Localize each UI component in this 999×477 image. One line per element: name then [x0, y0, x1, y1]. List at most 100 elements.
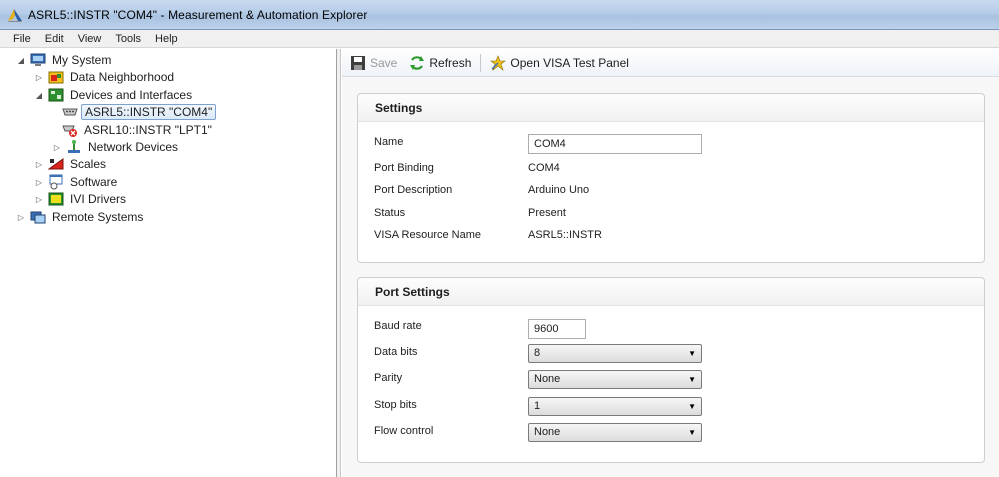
- tree-item-remote-systems[interactable]: ▷ Remote Systems: [16, 208, 146, 226]
- visa-resource-name-label: VISA Resource Name: [374, 229, 481, 241]
- visa-test-panel-icon: [490, 54, 507, 71]
- baud-rate-label: Baud rate: [374, 320, 422, 332]
- dropdown-arrow-icon: ▼: [688, 375, 696, 384]
- data-bits-select[interactable]: 8 ▼: [528, 344, 702, 363]
- tree-item-label: Devices and Interfaces: [70, 88, 193, 102]
- software-icon: [49, 174, 63, 190]
- tree-item-label: Scales: [70, 157, 107, 171]
- menu-bar: File Edit View Tools Help: [0, 30, 999, 48]
- data-bits-label: Data bits: [374, 346, 418, 358]
- tree-item-label: My System: [52, 53, 112, 67]
- save-button[interactable]: Save: [346, 52, 401, 74]
- computer-icon: [30, 53, 46, 66]
- tree-item-label: IVI Drivers: [70, 192, 127, 206]
- name-label: Name: [374, 136, 404, 148]
- status-row: Status Present: [374, 203, 566, 223]
- dropdown-arrow-icon: ▼: [688, 428, 696, 437]
- expand-arrow-icon[interactable]: ▷: [34, 72, 44, 82]
- tree-item-label: Software: [70, 175, 118, 189]
- parity-label: Parity: [374, 372, 403, 384]
- port-settings-section: Port Settings Baud rate 9600 Data bits 8…: [357, 277, 985, 463]
- baud-rate-row: Baud rate: [374, 316, 528, 336]
- name-row: Name: [374, 132, 528, 152]
- port-binding-value: COM4: [528, 162, 560, 174]
- collapse-arrow-icon[interactable]: ◢: [34, 90, 44, 100]
- details-pane: Save Refresh Open VISA Test Panel Settin…: [342, 49, 999, 477]
- dropdown-arrow-icon: ▼: [688, 349, 696, 358]
- stop-bits-label: Stop bits: [374, 399, 417, 411]
- menu-help[interactable]: Help: [148, 30, 185, 48]
- dropdown-arrow-icon: ▼: [688, 402, 696, 411]
- tree-item-my-system[interactable]: ◢ My System: [16, 51, 114, 69]
- expand-arrow-icon[interactable]: ▷: [34, 194, 44, 204]
- window-title: ASRL5::INSTR "COM4" - Measurement & Auto…: [28, 7, 368, 22]
- expand-arrow-icon[interactable]: ▷: [52, 142, 62, 152]
- tree-item-network-devices[interactable]: ▷ Network Devices: [52, 138, 181, 156]
- network-devices-icon: [68, 140, 80, 153]
- port-settings-title: Port Settings: [358, 278, 984, 306]
- save-button-label: Save: [370, 55, 398, 70]
- expand-arrow-icon[interactable]: ▷: [34, 177, 44, 187]
- configuration-tree[interactable]: ◢ My System ▷ Data Neighborhood ◢ Device…: [0, 49, 337, 477]
- tree-item-label: Remote Systems: [52, 210, 144, 224]
- parity-select[interactable]: None ▼: [528, 370, 702, 389]
- visa-resource-name-row: VISA Resource Name ASRL5::INSTR: [374, 225, 602, 245]
- tree-item-devices-and-interfaces[interactable]: ◢ Devices and Interfaces: [34, 86, 195, 104]
- port-description-row: Port Description Arduino Uno: [374, 180, 589, 200]
- collapse-arrow-icon[interactable]: ◢: [16, 55, 26, 65]
- data-bits-row: Data bits: [374, 342, 528, 362]
- port-description-value: Arduino Uno: [528, 184, 590, 196]
- toolbar: Save Refresh Open VISA Test Panel: [342, 49, 999, 77]
- stop-bits-value: 1: [534, 400, 541, 412]
- settings-section: Settings Name COM4 Port Binding COM4 Por…: [357, 93, 985, 263]
- open-visa-test-panel-label: Open VISA Test Panel: [510, 55, 629, 70]
- port-binding-label: Port Binding: [374, 162, 434, 174]
- serial-port-icon: [62, 108, 78, 116]
- tree-item-label: Network Devices: [88, 140, 179, 154]
- flow-control-value: None: [534, 426, 561, 438]
- port-binding-row: Port Binding COM4: [374, 158, 560, 178]
- stop-bits-select[interactable]: 1 ▼: [528, 397, 702, 416]
- name-input[interactable]: COM4: [528, 134, 702, 154]
- tree-item-asrl10[interactable]: ASRL10::INSTR "LPT1": [62, 121, 215, 139]
- tree-item-asrl5[interactable]: ASRL5::INSTR "COM4": [62, 103, 217, 121]
- tree-item-ivi-drivers[interactable]: ▷ IVI Drivers: [34, 190, 129, 208]
- parity-value: None: [534, 373, 561, 385]
- menu-tools[interactable]: Tools: [108, 30, 148, 48]
- expand-arrow-icon[interactable]: ▷: [16, 212, 26, 222]
- save-icon: [351, 55, 365, 70]
- tree-item-label: ASRL10::INSTR "LPT1": [84, 123, 212, 137]
- tree-item-data-neighborhood[interactable]: ▷ Data Neighborhood: [34, 68, 177, 86]
- parity-row: Parity: [374, 368, 528, 388]
- ivi-drivers-icon: [48, 192, 64, 206]
- menu-view[interactable]: View: [71, 30, 109, 48]
- pane-splitter[interactable]: [337, 49, 341, 477]
- tree-item-software[interactable]: ▷ Software: [34, 173, 120, 191]
- toolbar-separator: [480, 53, 482, 72]
- open-visa-test-panel-button[interactable]: Open VISA Test Panel: [486, 52, 633, 74]
- status-value: Present: [528, 207, 566, 219]
- flow-control-row: Flow control: [374, 421, 528, 441]
- tree-item-scales[interactable]: ▷ Scales: [34, 155, 109, 173]
- status-label: Status: [374, 207, 406, 219]
- flow-control-select[interactable]: None ▼: [528, 423, 702, 442]
- serial-port-error-icon: [62, 125, 77, 137]
- refresh-icon: [410, 55, 425, 70]
- menu-file[interactable]: File: [6, 30, 38, 48]
- mae-app-icon: [8, 8, 22, 22]
- settings-title: Settings: [358, 94, 984, 122]
- baud-rate-input[interactable]: 9600: [528, 319, 586, 339]
- visa-resource-name-value: ASRL5::INSTR: [528, 229, 602, 241]
- scales-icon: [48, 158, 64, 170]
- flow-control-label: Flow control: [374, 425, 434, 437]
- data-bits-value: 8: [534, 347, 541, 359]
- tree-item-label: Data Neighborhood: [70, 70, 175, 84]
- data-neighborhood-icon: [48, 71, 64, 84]
- refresh-button[interactable]: Refresh: [405, 52, 475, 74]
- title-bar: ASRL5::INSTR "COM4" - Measurement & Auto…: [0, 0, 999, 30]
- devices-interfaces-icon: [48, 88, 64, 102]
- tree-item-label: ASRL5::INSTR "COM4": [81, 104, 217, 120]
- expand-arrow-icon[interactable]: ▷: [34, 159, 44, 169]
- menu-edit[interactable]: Edit: [38, 30, 71, 48]
- remote-systems-icon: [30, 211, 46, 224]
